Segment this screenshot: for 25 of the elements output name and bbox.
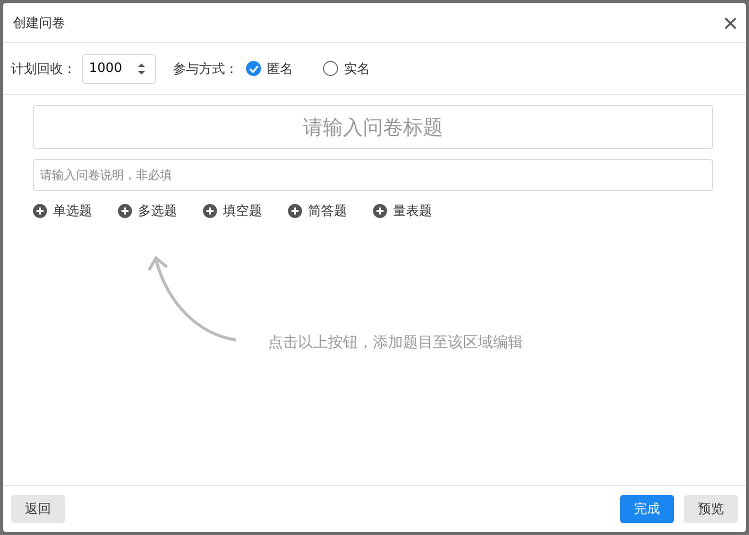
plus-circle-icon: [33, 204, 47, 218]
title-field[interactable]: 请输入问卷标题: [33, 105, 713, 149]
radio-option[interactable]: 实名: [323, 60, 370, 78]
plus-circle-icon: [118, 204, 132, 218]
add-question-button[interactable]: 单选题: [33, 202, 92, 220]
add-question-button[interactable]: 多选题: [118, 202, 177, 220]
quota-label: 计划回收：: [11, 60, 76, 78]
done-button[interactable]: 完成: [620, 495, 674, 523]
add-question-button[interactable]: 填空题: [203, 202, 262, 220]
plus-circle-icon: [288, 204, 302, 218]
back-button[interactable]: 返回: [11, 495, 65, 523]
preview-button[interactable]: 预览: [684, 495, 738, 523]
dialog-title: 创建问卷: [13, 14, 66, 32]
plus-circle-icon: [373, 204, 387, 218]
add-question-button[interactable]: 量表题: [373, 202, 432, 220]
radio-option[interactable]: 匿名: [246, 60, 293, 78]
checked-radio-icon[interactable]: [246, 61, 261, 76]
radio-icon[interactable]: [323, 61, 338, 76]
plus-circle-icon: [203, 204, 217, 218]
description-field[interactable]: 请输入问卷说明，非必填: [33, 159, 713, 191]
close-button[interactable]: ×: [722, 10, 738, 34]
quota-field[interactable]: 1000: [82, 54, 156, 84]
add-question-button[interactable]: 简答题: [288, 202, 347, 220]
hint-text: 点击以上按钮，添加题目至该区域编辑: [268, 333, 523, 352]
participation-label: 参与方式：: [173, 60, 238, 78]
